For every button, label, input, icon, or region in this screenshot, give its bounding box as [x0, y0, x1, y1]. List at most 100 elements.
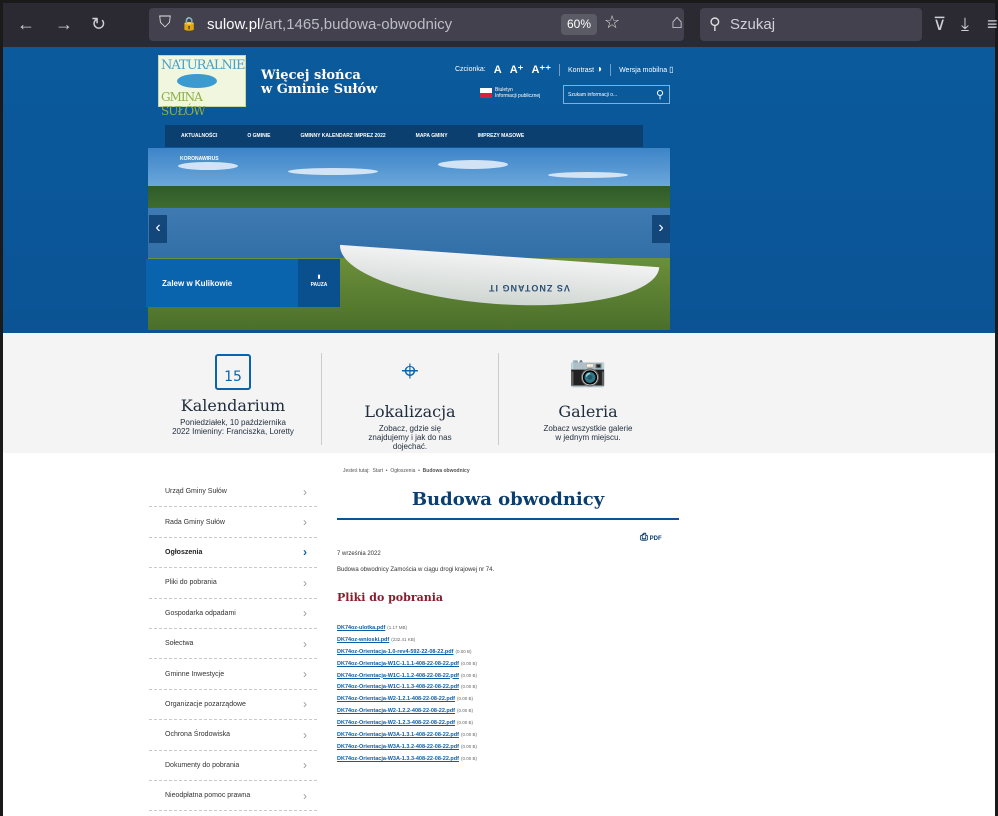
- breadcrumb-link-ogloszenia[interactable]: Ogłoszenia: [390, 468, 415, 474]
- nav-item-kalendarz[interactable]: GMINNY KALENDARZ IMPREZ 2022: [300, 133, 385, 139]
- file-link[interactable]: DK74oz-Orientacja-W1C-1.1.2-408-22-08-22…: [337, 673, 459, 679]
- nav-item-imprezy[interactable]: IMPREZY MASOWE: [478, 133, 525, 139]
- sidebar-item[interactable]: Dokumenty do pobrania ›: [149, 751, 317, 781]
- file-size: (0.00 B): [460, 660, 477, 666]
- contrast-button[interactable]: Kontrast ◑: [568, 64, 602, 75]
- files-heading: Pliki do pobrania: [337, 591, 444, 604]
- file-link[interactable]: DK74oz-Orientacja-W3A-1.3.2-408-22-08-22…: [337, 744, 459, 750]
- slider-prev-button[interactable]: ‹: [149, 215, 167, 243]
- file-link[interactable]: DK74oz-Orientacja-W2-1.2.2-408-22-08-22.…: [337, 708, 455, 714]
- feature-kalendarium[interactable]: 15 Kalendarium Poniedziałek, 10 paździer…: [153, 348, 313, 436]
- shield-icon[interactable]: ⛉: [159, 14, 171, 32]
- file-size: (0.00 B): [460, 684, 477, 690]
- file-link[interactable]: DK74oz-Orientacja-W3A-1.3.3-408-22-08-22…: [337, 756, 459, 762]
- sidebar-item-label: Dokumenty do pobrania: [165, 761, 240, 769]
- slider-pause-button[interactable]: ▮ PAUZA: [298, 259, 340, 307]
- url-bar[interactable]: ⛉ 🔒 sulow.pl/art,1465,budowa-obwodnicy 6…: [149, 8, 684, 41]
- boat-text: VS ZNOTANG IT: [488, 283, 570, 293]
- sidebar-item[interactable]: Urząd Gminy Sułów ›: [149, 477, 317, 508]
- feature-lokalizacja[interactable]: ⌖ Lokalizacja Zobacz, gdzie się znajduje…: [330, 348, 490, 451]
- zoom-indicator[interactable]: 60%: [561, 14, 597, 35]
- back-icon[interactable]: ←: [17, 14, 35, 34]
- font-larger-button[interactable]: A⁺: [510, 63, 524, 76]
- file-item: DK74oz-Orientacja-W2-1.2.3-408-22-08-22.…: [337, 720, 477, 732]
- file-link[interactable]: DK74oz-Orientacja-W2-1.2.1-408-22-08-22.…: [337, 696, 455, 702]
- file-item: DK74oz-Orientacja-W3A-1.3.1-408-22-08-22…: [337, 732, 477, 744]
- file-link[interactable]: DK74oz-Orientacja-W1C-1.1.1-408-22-08-22…: [337, 661, 459, 667]
- pocket-icon[interactable]: ⊽: [933, 14, 946, 34]
- slogan-line2: w Gminie Sułów: [261, 82, 378, 97]
- map-pin-icon: ⌖: [401, 355, 419, 388]
- nav-item-mapa[interactable]: MAPA GMINY: [416, 133, 448, 139]
- font-normal-button[interactable]: A: [494, 64, 502, 76]
- file-item: DK74oz-Orientacja-1.0-rev4-592-22-08-22.…: [337, 649, 477, 661]
- bip-label: Biuletyn Informacji publicznej: [495, 87, 540, 99]
- features-band: [3, 333, 995, 453]
- sidebar-item-active[interactable]: Ogłoszenia ›: [149, 538, 317, 569]
- file-link[interactable]: DK74oz-Orientacja-W2-1.2.3-408-22-08-22.…: [337, 720, 455, 726]
- feature-title: Kalendarium: [180, 396, 286, 415]
- nav-item-o-gminie[interactable]: O GMINIE: [247, 133, 270, 139]
- sidebar-item[interactable]: Sołectwa ›: [149, 629, 317, 660]
- file-size: (232.41 KB): [391, 636, 416, 642]
- nav-item-koronawirus[interactable]: KORONAWIRUS: [180, 156, 219, 162]
- slider-trees: [148, 186, 670, 210]
- forward-icon[interactable]: →: [55, 14, 73, 34]
- sidebar-item[interactable]: Gospodarka odpadami ›: [149, 599, 317, 629]
- mobile-version-link[interactable]: Wersja mobilna ▯: [619, 65, 673, 74]
- menu-icon[interactable]: ≡: [987, 14, 998, 34]
- file-link[interactable]: DK74oz-Orientacja-1.0-rev4-592-22-08-22.…: [337, 649, 453, 655]
- browser-search-box[interactable]: ⚲ Szukaj: [700, 8, 922, 41]
- browser-toolbar: ← → ↻ ⛉ 🔒 sulow.pl/art,1465,budowa-obwod…: [3, 3, 998, 47]
- bookmark-star-icon[interactable]: ☆: [604, 12, 620, 33]
- file-item: DK74oz-Orientacja-W3A-1.3.2-408-22-08-22…: [337, 744, 477, 756]
- pdf-button[interactable]: ⎙ PDF: [640, 532, 662, 543]
- file-link[interactable]: DK74oz-wnioski.pdf: [337, 637, 389, 643]
- font-size-label: Czcionka:: [455, 66, 486, 73]
- slider-next-button[interactable]: ›: [652, 215, 670, 243]
- sidebar-item[interactable]: Pliki do pobrania ›: [149, 568, 317, 599]
- slider-caption: Zalew w Kulikowie: [146, 259, 298, 307]
- font-largest-button[interactable]: A⁺⁺: [531, 63, 551, 76]
- reload-icon[interactable]: ↻: [91, 14, 106, 34]
- sidebar-item[interactable]: Nieodpłatna pomoc prawna ›: [149, 781, 317, 812]
- logo-line1: NATURALNIE: [161, 58, 245, 73]
- home-icon[interactable]: ⌂: [671, 12, 683, 32]
- file-link[interactable]: DK74oz-ulotka.pdf: [337, 625, 385, 631]
- site-logo[interactable]: NATURALNIE GMINA SUŁÓW: [158, 55, 246, 118]
- breadcrumb-link-start[interactable]: Start: [372, 468, 383, 474]
- chevron-right-icon: ›: [303, 606, 307, 621]
- site-search-input[interactable]: Szukam informacji o... ⚲: [563, 85, 670, 104]
- sidebar-item[interactable]: Gminne Inwestycje ›: [149, 659, 317, 690]
- bip-link[interactable]: Biuletyn Informacji publicznej: [480, 87, 540, 99]
- mobile-icon: ▯: [669, 65, 674, 74]
- chevron-right-icon: ›: [303, 758, 307, 773]
- file-item: DK74oz-Orientacja-W1C-1.1.2-408-22-08-22…: [337, 673, 477, 685]
- file-size: (0.00 B): [455, 648, 472, 654]
- url-text[interactable]: sulow.pl/art,1465,budowa-obwodnicy: [207, 16, 452, 33]
- download-icon[interactable]: ⤓: [961, 14, 969, 34]
- divider: [498, 353, 499, 445]
- nav-item-aktualnosci[interactable]: AKTUALNOŚCI: [181, 133, 217, 139]
- file-size: (0.00 B): [460, 732, 477, 738]
- sidebar-item-label: Organizacje pozarządowe: [165, 700, 246, 708]
- divider: [559, 63, 560, 76]
- bip-line2: Informacji publicznej: [495, 93, 541, 99]
- feature-galeria[interactable]: 📷 Galeria Zobacz wszystkie galerie w jed…: [508, 348, 668, 442]
- sidebar-item[interactable]: Organizacje pozarządowe ›: [149, 690, 317, 721]
- sidebar-item[interactable]: Ochrona Środowiska ›: [149, 720, 317, 751]
- file-link[interactable]: DK74oz-Orientacja-W1C-1.1.3-408-22-08-22…: [337, 684, 459, 690]
- sidebar-item-label: Gminne Inwestycje: [165, 670, 225, 678]
- logo-wave-icon: [177, 74, 217, 88]
- file-size: (0.00 B): [456, 708, 473, 714]
- contrast-label: Kontrast: [568, 67, 595, 74]
- sidebar-item[interactable]: Rada Gminy Sułów ›: [149, 507, 317, 538]
- chevron-right-icon: ›: [303, 484, 307, 499]
- slogan-line1: Więcej słońca: [261, 68, 361, 83]
- search-icon[interactable]: ⚲: [656, 88, 664, 101]
- file-link[interactable]: DK74oz-Orientacja-W3A-1.3.1-408-22-08-22…: [337, 732, 459, 738]
- lock-icon[interactable]: 🔒: [181, 16, 197, 32]
- file-item: DK74oz-wnioski.pdf (232.41 KB): [337, 637, 477, 649]
- file-item: DK74oz-Orientacja-W1C-1.1.1-408-22-08-22…: [337, 661, 477, 673]
- feature-desc: Zobacz, gdzie się znajdujemy i jak do na…: [368, 424, 452, 451]
